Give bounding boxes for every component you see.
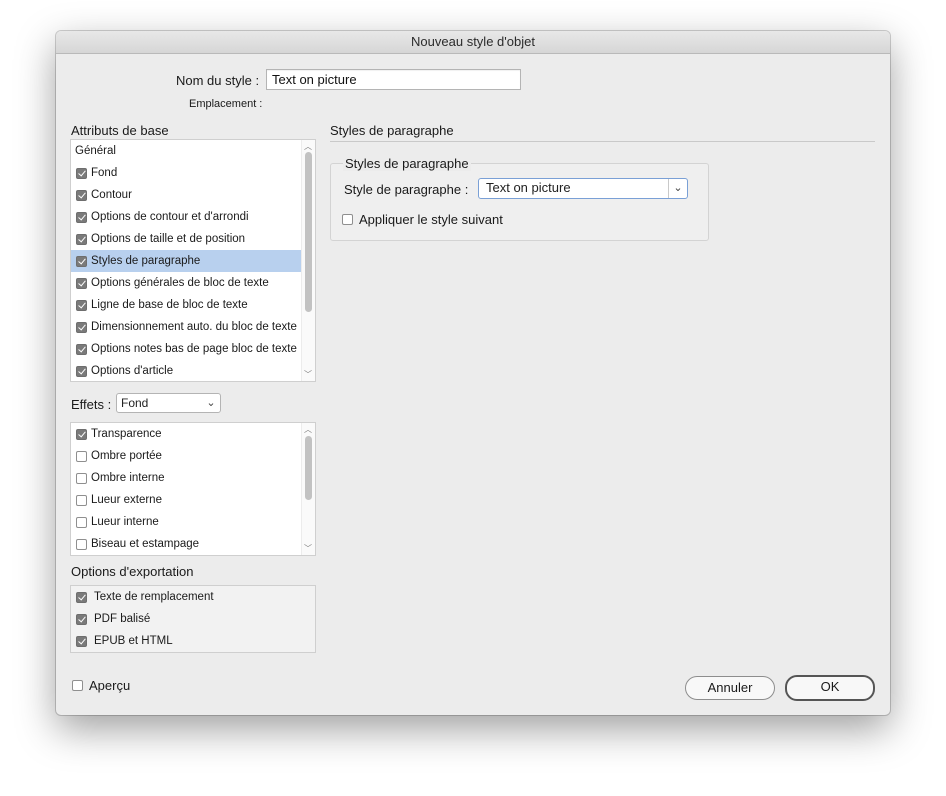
paragraph-style-label: Style de paragraphe : (344, 182, 469, 197)
effect-checkbox[interactable] (76, 539, 87, 550)
effect-checkbox[interactable] (76, 517, 87, 528)
effects-select-value: Fond (121, 396, 149, 410)
basic-attribute-checkbox[interactable] (76, 322, 87, 333)
panel-divider (330, 141, 875, 142)
basic-attribute-label: Dimensionnement auto. du bloc de texte (91, 321, 297, 333)
effect-item[interactable]: Ombre interne (71, 467, 302, 489)
basic-attribute-label: Fond (91, 167, 118, 179)
location-label: Emplacement : (189, 98, 263, 110)
export-option-label: PDF balisé (94, 613, 151, 625)
export-option-checkbox[interactable] (76, 636, 87, 647)
effects-scroll-thumb[interactable] (305, 436, 312, 500)
export-option-checkbox[interactable] (76, 592, 87, 603)
basic-attribute-checkbox[interactable] (76, 168, 87, 179)
scroll-down-arrow-icon[interactable]: ﹀ (304, 545, 312, 553)
effects-scrollbar[interactable]: ︿ ﹀ (301, 423, 315, 555)
basic-attribute-item[interactable]: Options d'article (71, 360, 302, 381)
effect-item[interactable]: Lueur externe (71, 489, 302, 511)
export-options-list: Texte de remplacement PDF balisé EPUB et H… (70, 585, 316, 653)
effect-label: Ombre interne (91, 472, 165, 484)
basic-attribute-item[interactable]: Général (71, 140, 302, 162)
basic-attribute-label: Ligne de base de bloc de texte (91, 299, 248, 311)
basic-attribute-checkbox[interactable] (76, 278, 87, 289)
basic-attribute-checkbox[interactable] (76, 190, 87, 201)
basic-attribute-label: Options de taille et de position (91, 233, 246, 245)
effect-checkbox[interactable] (76, 473, 87, 484)
basic-attribute-checkbox[interactable] (76, 300, 87, 311)
basic-attribute-label: Contour (91, 189, 132, 201)
cancel-button[interactable]: Annuler (685, 676, 775, 700)
effect-item[interactable]: Biseau et estampage (71, 533, 302, 555)
scroll-up-arrow-icon[interactable]: ︿ (304, 426, 312, 434)
basic-attribute-label: Styles de paragraphe (91, 255, 201, 267)
basic-attribute-item[interactable]: Contour (71, 184, 302, 206)
basic-attributes-scrollbar[interactable]: ︿ ﹀ (301, 140, 315, 381)
effects-label: Effets : (71, 397, 112, 412)
basic-attribute-label: Options de contour et d'arrondi (91, 211, 249, 223)
export-option-checkbox[interactable] (76, 614, 87, 625)
effects-list: Transparence Ombre portée Ombre interne Lue… (70, 422, 316, 556)
basic-attribute-label: Options générales de bloc de texte (91, 277, 269, 289)
basic-attribute-label: Options d'article (91, 365, 174, 377)
export-option-item[interactable]: EPUB et HTML (71, 630, 315, 652)
basic-attribute-item[interactable]: Dimensionnement auto. du bloc de texte (71, 316, 302, 338)
basic-attributes-scroll-thumb[interactable] (305, 152, 312, 312)
style-name-label: Nom du style : (176, 73, 260, 88)
scroll-down-arrow-icon[interactable]: ﹀ (304, 371, 312, 379)
effect-label: Ombre portée (91, 450, 162, 462)
paragraph-styles-group-title: Styles de paragraphe (343, 156, 471, 171)
style-name-input[interactable]: Text on picture (266, 69, 521, 90)
basic-attribute-item[interactable]: Options notes bas de page bloc de texte (71, 338, 302, 360)
paragraph-style-value: Text on picture (486, 180, 571, 195)
basic-attribute-label: Options notes bas de page bloc de texte (91, 343, 297, 355)
export-option-label: Texte de remplacement (94, 591, 214, 603)
basic-attribute-checkbox[interactable] (76, 212, 87, 223)
effect-item[interactable]: Ombre portée (71, 445, 302, 467)
basic-attributes-title: Attributs de base (71, 123, 169, 138)
dialog-title: Nouveau style d'objet (56, 31, 890, 54)
effect-label: Lueur interne (91, 516, 159, 528)
effect-item[interactable]: Lueur interne (71, 511, 302, 533)
basic-attributes-list: Général Fond Contour Options de contour et … (70, 139, 316, 382)
export-options-title: Options d'exportation (71, 564, 194, 579)
basic-attribute-item[interactable]: Options de contour et d'arrondi (71, 206, 302, 228)
effect-checkbox[interactable] (76, 429, 87, 440)
paragraph-styles-group (330, 163, 709, 241)
effects-select[interactable]: Fond ⌄ (116, 393, 221, 413)
export-option-item[interactable]: Texte de remplacement (71, 586, 315, 608)
basic-attribute-item[interactable]: Options de taille et de position (71, 228, 302, 250)
basic-attribute-item[interactable]: Ligne de base de bloc de texte (71, 294, 302, 316)
effect-label: Lueur externe (91, 494, 162, 506)
effect-checkbox[interactable] (76, 451, 87, 462)
basic-attribute-checkbox[interactable] (76, 344, 87, 355)
chevron-down-icon: ⌄ (668, 179, 687, 198)
chevron-down-icon: ⌄ (206, 397, 216, 409)
basic-attribute-item[interactable]: Styles de paragraphe (71, 250, 302, 272)
panel-title: Styles de paragraphe (330, 123, 454, 138)
dialog-window: Nouveau style d'objet Nom du style : Tex… (56, 31, 890, 715)
basic-attribute-item[interactable]: Options générales de bloc de texte (71, 272, 302, 294)
basic-attribute-item[interactable]: Fond (71, 162, 302, 184)
effect-label: Biseau et estampage (91, 538, 200, 550)
preview-checkbox[interactable] (72, 680, 83, 691)
apply-next-style-label: Appliquer le style suivant (359, 212, 503, 227)
effect-item[interactable]: Transparence (71, 423, 302, 445)
preview-label: Aperçu (89, 678, 131, 693)
basic-attribute-checkbox[interactable] (76, 366, 87, 377)
basic-attribute-checkbox[interactable] (76, 234, 87, 245)
basic-attribute-label: Général (75, 145, 116, 157)
ok-button[interactable]: OK (785, 675, 875, 701)
export-option-item[interactable]: PDF balisé (71, 608, 315, 630)
paragraph-style-select[interactable]: Text on picture ⌄ (478, 178, 688, 199)
basic-attribute-checkbox[interactable] (76, 256, 87, 267)
effect-label: Transparence (91, 428, 162, 440)
effect-checkbox[interactable] (76, 495, 87, 506)
export-option-label: EPUB et HTML (94, 635, 173, 647)
apply-next-style-checkbox[interactable] (342, 214, 353, 225)
scroll-up-arrow-icon[interactable]: ︿ (304, 143, 312, 151)
